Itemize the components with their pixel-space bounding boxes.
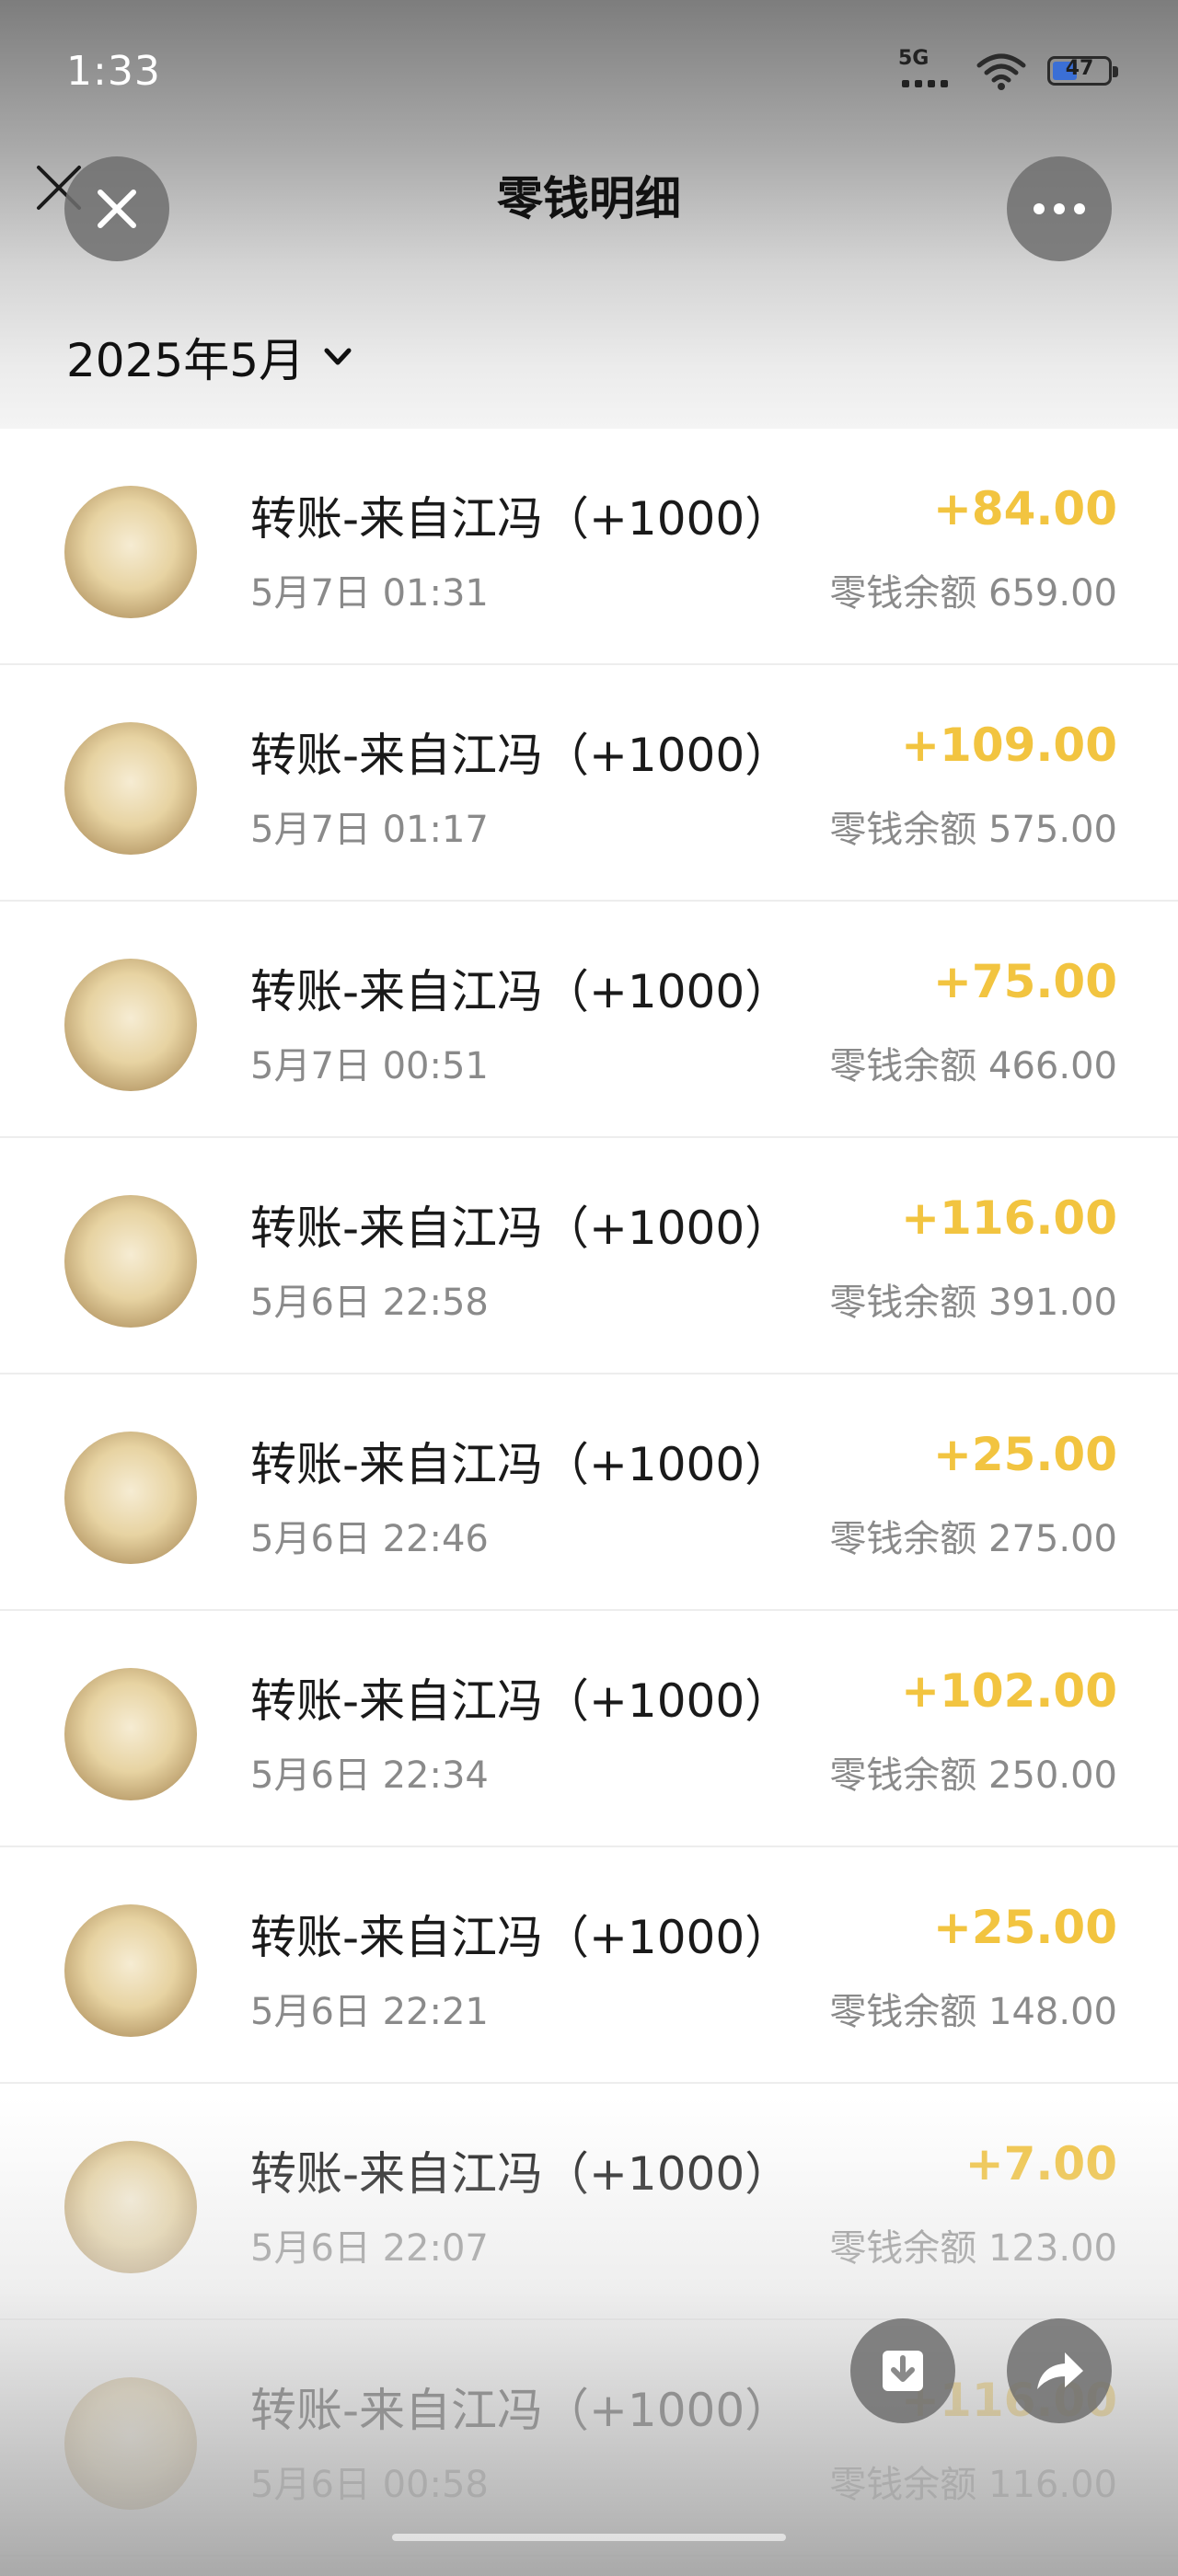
transaction-amount: +7.00 (964, 2137, 1117, 2191)
transaction-balance: 零钱余额 250.00 (829, 1754, 1117, 1797)
transaction-title: 转账-来自江冯（+1000） (250, 492, 791, 546)
transaction-title: 转账-来自江冯（+1000） (250, 1438, 791, 1491)
transaction-time: 5月6日 22:46 (250, 1518, 489, 1560)
transaction-row[interactable]: 转账-来自江冯（+1000） 5月7日 01:17 +109.00 零钱余额 5… (0, 665, 1178, 902)
transaction-amount: +25.00 (932, 1428, 1117, 1481)
transaction-title: 转账-来自江冯（+1000） (250, 1911, 791, 1964)
share-button[interactable] (1007, 2318, 1112, 2423)
chevron-down-icon (324, 348, 352, 365)
transaction-time: 5月7日 00:51 (250, 1045, 489, 1087)
transaction-title: 转账-来自江冯（+1000） (250, 1202, 791, 1255)
transaction-title: 转账-来自江冯（+1000） (250, 2147, 791, 2201)
avatar (64, 1668, 197, 1800)
download-button[interactable] (850, 2318, 955, 2423)
transaction-row[interactable]: 转账-来自江冯（+1000） 5月6日 22:21 +25.00 零钱余额 14… (0, 1847, 1178, 2084)
avatar (64, 2141, 197, 2273)
transaction-title: 转账-来自江冯（+1000） (250, 965, 791, 1018)
transaction-title: 转账-来自江冯（+1000） (250, 1674, 791, 1728)
signal-icon: 5G (898, 47, 955, 91)
transaction-balance: 零钱余额 466.00 (829, 1045, 1117, 1087)
month-label: 2025年5月 (66, 334, 306, 387)
transaction-balance: 零钱余额 391.00 (829, 1282, 1117, 1324)
transaction-row[interactable]: 转账-来自江冯（+1000） 5月6日 22:34 +102.00 零钱余额 2… (0, 1611, 1178, 1847)
share-arrow-icon (1037, 2352, 1083, 2389)
avatar (64, 722, 197, 855)
avatar (64, 2377, 197, 2510)
transaction-amount: +109.00 (901, 719, 1117, 772)
transaction-row[interactable]: 转账-来自江冯（+1000） 5月6日 22:07 +7.00 零钱余额 123… (0, 2084, 1178, 2320)
status-icons: 5G 47 (898, 47, 1118, 94)
more-button[interactable] (1007, 156, 1112, 261)
transaction-balance: 零钱余额 575.00 (829, 809, 1117, 851)
avatar (64, 1432, 197, 1564)
transaction-row[interactable]: 转账-来自江冯（+1000） 5月6日 22:58 +116.00 零钱余额 3… (0, 1138, 1178, 1374)
transaction-title: 转账-来自江冯（+1000） (250, 729, 791, 782)
home-indicator (392, 2534, 786, 2541)
battery-level: 47 (1065, 57, 1094, 80)
transaction-list: 转账-来自江冯（+1000） 5月7日 01:31 +84.00 零钱余额 65… (0, 429, 1178, 2557)
transaction-balance: 零钱余额 123.00 (829, 2227, 1117, 2270)
status-bar: 1:33 5G 47 (0, 0, 1178, 147)
avatar (64, 1195, 197, 1328)
transaction-title: 转账-来自江冯（+1000） (250, 2384, 791, 2437)
status-time: 1:33 (66, 48, 161, 95)
transaction-amount: +102.00 (901, 1664, 1117, 1718)
transaction-balance: 零钱余额 275.00 (829, 1518, 1117, 1560)
avatar (64, 486, 197, 618)
month-picker[interactable]: 2025年5月 (66, 324, 354, 390)
transaction-balance: 零钱余额 116.00 (829, 2464, 1117, 2506)
download-icon (883, 2351, 923, 2391)
transaction-row[interactable]: 转账-来自江冯（+1000） 5月6日 22:46 +25.00 零钱余额 27… (0, 1374, 1178, 1611)
wifi-icon (976, 53, 1026, 90)
transaction-row[interactable]: 转账-来自江冯（+1000） 5月7日 00:51 +75.00 零钱余额 46… (0, 902, 1178, 1138)
avatar (64, 1904, 197, 2037)
transaction-balance: 零钱余额 659.00 (829, 572, 1117, 615)
transaction-time: 5月6日 22:34 (250, 1754, 489, 1797)
transaction-time: 5月6日 00:58 (250, 2464, 489, 2506)
avatar (64, 959, 197, 1091)
transaction-amount: +84.00 (932, 482, 1117, 535)
network-type: 5G (898, 47, 930, 70)
transaction-balance: 零钱余额 148.00 (829, 1991, 1117, 2033)
transaction-time: 5月7日 01:31 (250, 572, 489, 615)
more-dots-icon (1034, 203, 1045, 214)
battery-icon: 47 (1047, 56, 1118, 86)
transaction-amount: +75.00 (932, 955, 1117, 1008)
transaction-time: 5月6日 22:07 (250, 2227, 489, 2270)
transaction-time: 5月7日 01:17 (250, 809, 489, 851)
transaction-amount: +116.00 (901, 1191, 1117, 1245)
transaction-row[interactable]: 转账-来自江冯（+1000） 5月7日 01:31 +84.00 零钱余额 65… (0, 429, 1178, 665)
transaction-amount: +25.00 (932, 1901, 1117, 1954)
page-title: 零钱明细 (497, 172, 681, 225)
transaction-time: 5月6日 22:58 (250, 1282, 489, 1324)
transaction-row[interactable]: 转账-来自江冯（+1000） 5月6日 00:58 +116.00 零钱余额 1… (0, 2320, 1178, 2557)
transaction-time: 5月6日 22:21 (250, 1991, 489, 2033)
